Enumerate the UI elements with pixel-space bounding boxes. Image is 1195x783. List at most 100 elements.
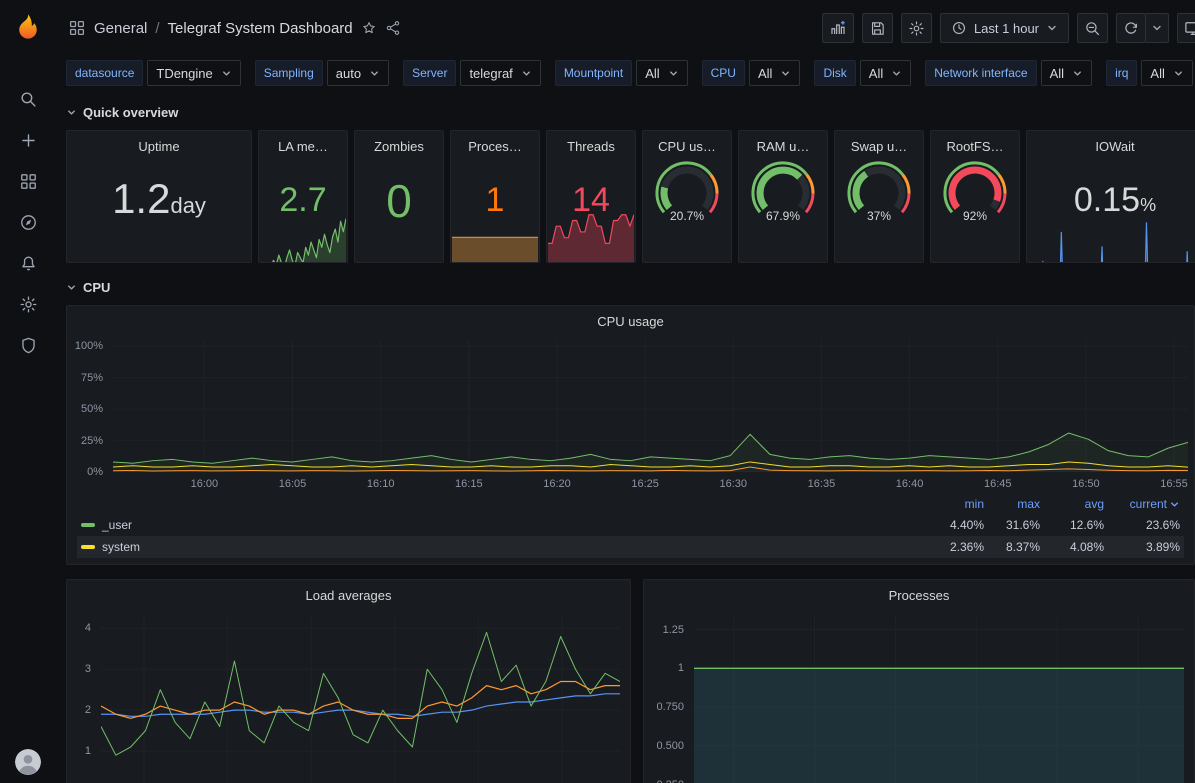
- gauge: 37%: [835, 159, 923, 258]
- variable-value-dropdown[interactable]: All: [749, 60, 800, 86]
- chevron-down-icon: [369, 68, 380, 79]
- variable-cpu: CPUAll: [702, 60, 801, 86]
- variable-value-dropdown[interactable]: All: [860, 60, 911, 86]
- alerting-bell-icon[interactable]: [18, 253, 38, 273]
- legend-row-system: system2.36%8.37%4.08%3.89%: [77, 536, 1184, 558]
- explore-compass-icon[interactable]: [18, 212, 38, 232]
- variable-mountpoint: MountpointAll: [555, 60, 688, 86]
- time-range-picker[interactable]: Last 1 hour: [940, 13, 1069, 43]
- chart-plot[interactable]: [694, 614, 1184, 783]
- cpu-usage-panel: CPU usage 0%25%50%75%100%16:0016:0516:10…: [66, 305, 1195, 565]
- configuration-gear-icon[interactable]: [18, 294, 38, 314]
- panel-title[interactable]: Proces…: [451, 131, 539, 154]
- panel-title[interactable]: CPU usage: [67, 306, 1194, 329]
- variable-label: Network interface: [925, 60, 1036, 86]
- chevron-down-icon: [66, 282, 77, 293]
- sparkline: [1028, 213, 1195, 261]
- stat-panel-threads: Threads14: [546, 130, 636, 263]
- chart-plot[interactable]: [101, 614, 620, 783]
- variable-value-dropdown[interactable]: All: [636, 60, 687, 86]
- refresh-button[interactable]: [1116, 13, 1146, 43]
- variable-value-dropdown[interactable]: TDengine: [147, 60, 240, 86]
- panel-title[interactable]: CPU us…: [643, 131, 731, 154]
- add-panel-button[interactable]: [822, 13, 854, 43]
- x-axis-tick: 16:15: [455, 478, 483, 490]
- panel-title[interactable]: Processes: [644, 580, 1194, 603]
- panel-title[interactable]: IOWait: [1027, 131, 1195, 154]
- stat-panel-uptime: Uptime1.2 day: [66, 130, 252, 263]
- x-axis-tick: 16:10: [367, 478, 395, 490]
- variable-datasource: datasourceTDengine: [66, 60, 241, 86]
- variable-sampling: Samplingauto: [255, 60, 389, 86]
- panel-title[interactable]: LA me…: [259, 131, 347, 154]
- panel-title[interactable]: Zombies: [355, 131, 443, 154]
- load-chart: 0123416:0016:1016:2016:3016:4016:50: [75, 612, 622, 783]
- breadcrumb-section[interactable]: General: [94, 20, 147, 37]
- legend-value: 3.89%: [1104, 540, 1180, 554]
- x-axis-tick: 16:35: [808, 478, 836, 490]
- legend-value: 4.40%: [914, 518, 984, 532]
- apps-grid-icon[interactable]: [68, 19, 86, 37]
- variable-value-dropdown[interactable]: All: [1041, 60, 1092, 86]
- server-admin-shield-icon[interactable]: [18, 335, 38, 355]
- panel-title[interactable]: Load averages: [67, 580, 630, 603]
- variable-value-dropdown[interactable]: auto: [327, 60, 389, 86]
- x-axis-tick: 16:45: [984, 478, 1012, 490]
- legend-sort-max[interactable]: max: [984, 497, 1040, 511]
- share-icon[interactable]: [385, 20, 401, 36]
- gauge: 20.7%: [643, 159, 731, 258]
- series-name[interactable]: system: [102, 540, 140, 554]
- panel-title[interactable]: Uptime: [67, 131, 251, 154]
- zoom-out-time-button[interactable]: [1077, 13, 1108, 43]
- plus-icon[interactable]: [18, 130, 38, 150]
- grafana-logo[interactable]: [13, 12, 43, 45]
- stat-value: 2.7: [259, 183, 347, 219]
- bottom-row: Load averages 0123416:0016:1016:2016:301…: [66, 579, 1195, 783]
- stat-value: 0.15%: [1027, 183, 1195, 219]
- panel-title[interactable]: RootFS…: [931, 131, 1019, 154]
- series-name[interactable]: _user: [102, 518, 132, 532]
- user-avatar[interactable]: [15, 749, 41, 775]
- y-axis-tick: 0%: [87, 466, 103, 478]
- row-toggle-cpu[interactable]: CPU: [66, 275, 1195, 299]
- tv-mode-button[interactable]: [1177, 13, 1195, 43]
- y-axis-tick: 50%: [81, 403, 103, 415]
- star-icon[interactable]: [361, 20, 377, 36]
- stat-panel-ram-usage: RAM u…67.9%: [738, 130, 828, 263]
- processes-chart: 0.2500.5000.75011.25: [652, 612, 1186, 783]
- refresh-interval-dropdown[interactable]: [1145, 13, 1169, 43]
- variable-network-interface: Network interfaceAll: [925, 60, 1092, 86]
- panel-title[interactable]: RAM u…: [739, 131, 827, 154]
- dashboards-icon[interactable]: [18, 171, 38, 191]
- legend-value: 31.6%: [984, 518, 1040, 532]
- row-toggle-overview[interactable]: Quick overview: [66, 100, 1195, 124]
- legend-sort-avg[interactable]: avg: [1040, 497, 1104, 511]
- legend-value: 12.6%: [1040, 518, 1104, 532]
- legend-sort-min[interactable]: min: [914, 497, 984, 511]
- search-icon[interactable]: [18, 89, 38, 109]
- panel-title[interactable]: Swap u…: [835, 131, 923, 154]
- breadcrumb-title[interactable]: Telegraf System Dashboard: [168, 20, 353, 37]
- y-axis-tick: 0.500: [656, 740, 684, 752]
- variable-label: Disk: [814, 60, 855, 86]
- chevron-down-icon: [1169, 499, 1180, 510]
- stat-value: 1: [451, 183, 539, 219]
- panel-title[interactable]: Threads: [547, 131, 635, 154]
- variable-irq: irqAll: [1106, 60, 1193, 86]
- x-axis-tick: 16:00: [191, 478, 219, 490]
- dashboard-settings-button[interactable]: [901, 13, 932, 43]
- save-dashboard-button[interactable]: [862, 13, 893, 43]
- series-color-swatch: [81, 523, 95, 527]
- y-axis-tick: 0.250: [656, 779, 684, 783]
- chart-plot[interactable]: [113, 340, 1188, 472]
- sparkline: [452, 231, 538, 261]
- x-axis-tick: 16:55: [1160, 478, 1188, 490]
- variable-value-dropdown[interactable]: All: [1141, 60, 1192, 86]
- chevron-down-icon: [891, 68, 902, 79]
- legend-sort-current[interactable]: current: [1104, 497, 1180, 511]
- variable-value-dropdown[interactable]: telegraf: [460, 60, 540, 86]
- legend-value: 4.08%: [1040, 540, 1104, 554]
- svg-text:92%: 92%: [963, 209, 987, 223]
- stats-row: Uptime1.2 dayLA me…2.7Zombies0Proces…1Th…: [66, 130, 1195, 263]
- y-axis-tick: 3: [85, 663, 91, 675]
